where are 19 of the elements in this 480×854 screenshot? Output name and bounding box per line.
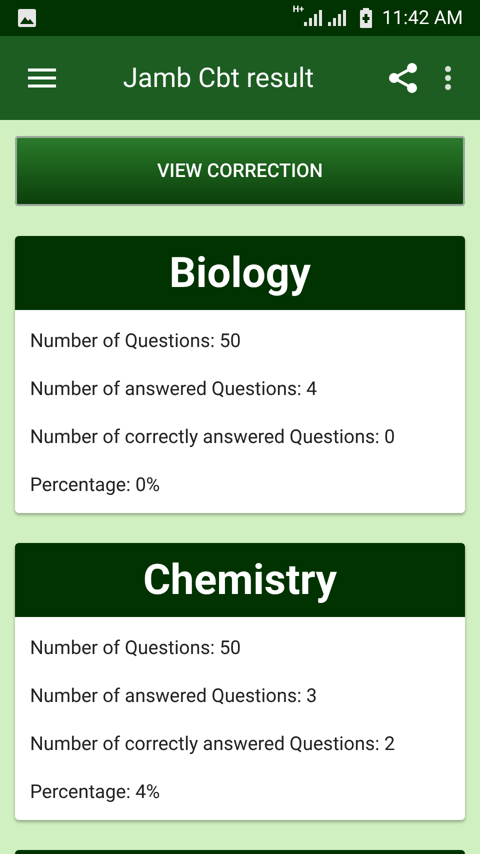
battery-icon xyxy=(360,8,372,28)
toolbar-title: Jamb Cbt result xyxy=(123,60,315,96)
image-icon xyxy=(17,8,37,28)
more-options-icon[interactable] xyxy=(444,65,452,91)
stat-text: Percentage: 4% xyxy=(30,778,160,805)
clock-time: 11:42 AM xyxy=(382,4,463,31)
stat-text: Number of correctly answered Questions: 0 xyxy=(30,424,395,450)
share-icon[interactable] xyxy=(388,62,418,94)
stat-text: Number of Questions: 50 xyxy=(30,328,241,354)
subject-title: Chemistry xyxy=(143,554,337,606)
view-correction-button[interactable]: VIEW CORRECTION xyxy=(15,136,465,206)
stat-text: Number of answered Questions: 3 xyxy=(30,682,317,709)
stat-text: Number of Questions: 50 xyxy=(30,634,241,661)
stat-text: Number of answered Questions: 4 xyxy=(30,376,317,402)
subject-title: Biology xyxy=(169,248,311,300)
menu-icon[interactable] xyxy=(28,68,56,88)
stat-text: Number of correctly answered Questions: 2 xyxy=(30,730,395,757)
network-type-label: H+ xyxy=(292,6,304,15)
stat-text: Percentage: 0% xyxy=(30,472,160,498)
